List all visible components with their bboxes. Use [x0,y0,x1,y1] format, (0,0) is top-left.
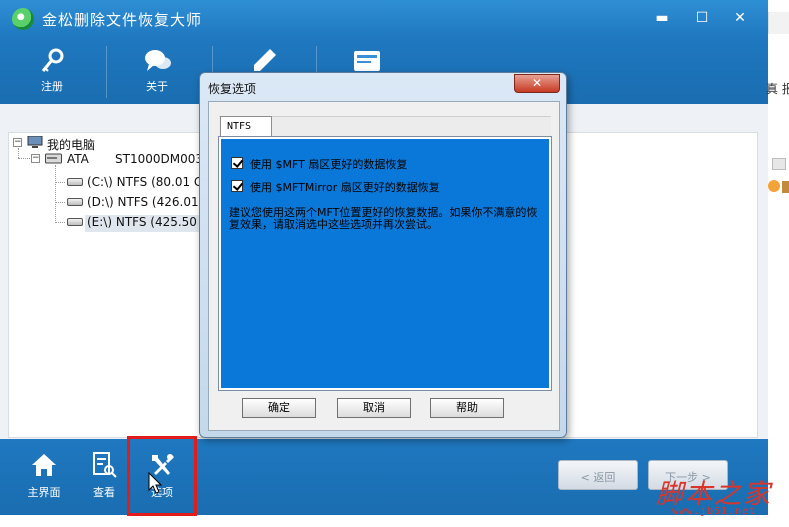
title-bar[interactable]: 金松删除文件恢复大师 ▬ ☐ ✕ [0,0,768,38]
hard-disk-icon [45,153,62,164]
advice-text: 建议您使用这两个MFT位置更好的恢复数据。如果你不满意的恢复效果，请取消选中这些… [229,206,538,231]
background-icon [768,180,780,192]
view-label: 查看 [93,486,115,499]
ntfs-options-panel: 使用 $MFT 扇区更好的数据恢复 使用 $MFTMirror 扇区更好的数据恢… [218,136,552,391]
tree-collapse-toggle[interactable]: − [13,138,22,147]
home-button[interactable]: 主界面 [16,439,72,515]
about-label: 关于 [146,80,168,93]
partition-e[interactable]: (E:\) NTFS (425.50 G [85,215,213,232]
option-mft-checkbox[interactable] [231,157,243,169]
tree-root-my-computer[interactable]: 我的电脑 [47,136,95,152]
dialog-title: 恢复选项 [208,82,257,96]
tree-connector [18,148,19,158]
disk-model[interactable]: ST1000DM003 [115,152,203,168]
cancel-button[interactable]: 取消 [337,398,411,418]
chat-bubble-icon [145,50,171,71]
about-button[interactable]: 关于 [107,38,207,104]
register-button[interactable]: 注册 [2,38,102,104]
tab-ntfs-label: NTFS [227,121,252,132]
tree-connector [55,222,65,223]
drive-c-icon [67,178,83,186]
maximize-button[interactable]: ☐ [688,7,716,29]
tab-ntfs[interactable]: NTFS [220,116,272,137]
partition-c[interactable]: (C:\) NTFS (80.01 GB [87,175,211,191]
background-panel [768,12,789,34]
disk-bus[interactable]: ATA [67,152,89,168]
tree-connector [55,165,56,223]
window-title: 金松删除文件恢复大师 [42,11,203,29]
drive-e-icon [67,218,83,226]
tree-connector [55,182,65,183]
options-highlight-box [127,436,197,516]
site-watermark: 脚本之家 www.jb51.net [652,472,789,527]
drive-d-icon [67,198,83,206]
home-label: 主界面 [27,486,61,499]
register-label: 注册 [41,80,63,93]
partition-d[interactable]: (D:\) NTFS (426.01 G [87,195,212,211]
watermark-url: www.jb51.net [672,506,757,517]
background-text: 真 报 [766,82,789,96]
app-logo-icon [12,8,34,30]
document-icon [354,51,380,71]
background-window-edge: 真 报 [766,0,789,527]
key-icon [41,48,64,72]
tree-collapse-toggle[interactable]: − [31,154,40,163]
tree-connector [55,202,65,203]
ok-button[interactable]: 确定 [242,398,316,418]
screen: 金松删除文件恢复大师 ▬ ☐ ✕ 注册 关于 − 我的电脑 − ATA ST10… [0,0,789,527]
computer-icon [27,136,43,148]
minimize-button[interactable]: ▬ [648,7,676,29]
background-icon [772,158,786,170]
option-mftmirror-checkbox[interactable] [231,180,243,192]
back-label: < 返回 [580,471,616,484]
tree-connector [18,158,30,159]
pen-icon [254,49,276,71]
option-mft-label: 使用 $MFT 扇区更好的数据恢复 [250,158,408,171]
background-icon [782,181,789,193]
back-button[interactable]: < 返回 [558,460,638,490]
view-button[interactable]: 查看 [76,439,132,515]
dialog-body: NTFS 使用 $MFT 扇区更好的数据恢复 使用 $MFTMirror 扇区更… [208,101,560,431]
dialog-close-button[interactable]: ✕ [514,74,560,93]
view-document-icon [93,452,117,478]
help-button[interactable]: 帮助 [430,398,504,418]
home-icon [32,454,56,476]
close-button[interactable]: ✕ [726,7,754,29]
recovery-options-dialog: 恢复选项 ✕ NTFS 使用 $MFT 扇区更好的数据恢复 使用 $MFTMir… [199,72,567,438]
option-mftmirror-label: 使用 $MFTMirror 扇区更好的数据恢复 [250,181,440,194]
